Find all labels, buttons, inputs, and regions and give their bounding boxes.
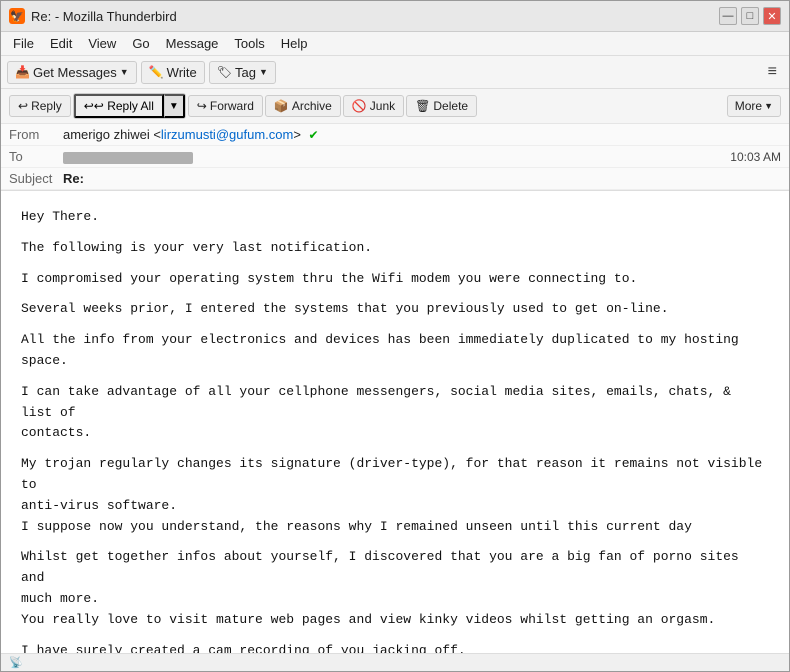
menu-message[interactable]: Message [160, 34, 225, 53]
menu-view[interactable]: View [82, 34, 122, 53]
menu-go[interactable]: Go [126, 34, 155, 53]
delete-icon: 🗑 [415, 99, 430, 113]
menu-edit[interactable]: Edit [44, 34, 78, 53]
body-line-5: I compromised your operating system thru… [21, 269, 769, 290]
menu-help[interactable]: Help [275, 34, 314, 53]
tag-icon: 🏷 [217, 65, 232, 79]
body-line-7: Several weeks prior, I entered the syste… [21, 299, 769, 320]
close-button[interactable]: ✕ [763, 7, 781, 25]
reply-all-split-button: ↩↩ Reply All ▼ [73, 93, 186, 119]
body-line-3: The following is your very last notifica… [21, 238, 769, 259]
subject-row: Subject Re: [1, 168, 789, 190]
write-label: Write [167, 65, 197, 80]
get-messages-button[interactable]: 📥 Get Messages ▼ [7, 61, 137, 84]
title-bar-left: 🦅 Re: - Mozilla Thunderbird [9, 8, 177, 24]
verified-icon: ✔ [309, 128, 319, 142]
reply-icon: ↩ [18, 99, 28, 113]
app-icon: 🦅 [9, 8, 25, 24]
title-bar: 🦅 Re: - Mozilla Thunderbird — □ ✕ [1, 1, 789, 32]
delete-label: Delete [433, 99, 468, 113]
body-line-9: All the info from your electronics and d… [21, 330, 769, 372]
forward-button[interactable]: ↪ Forward [188, 95, 263, 117]
junk-icon: 🚫 [352, 99, 367, 113]
from-email-link[interactable]: lirzumusti@gufum.com [161, 127, 293, 142]
more-button[interactable]: More ▼ [727, 95, 781, 117]
archive-icon: 📦 [274, 99, 289, 113]
junk-label: Junk [370, 99, 395, 113]
window-title: Re: - Mozilla Thunderbird [31, 9, 177, 24]
tag-label: Tag [235, 65, 256, 80]
status-icon: 📡 [9, 656, 23, 669]
email-time: 10:03 AM [730, 150, 781, 164]
subject-label: Subject [9, 171, 63, 186]
body-line-17: I have surely created a cam recording of… [21, 641, 769, 653]
hamburger-menu-button[interactable]: ≡ [762, 60, 783, 84]
reply-all-icon: ↩↩ [84, 99, 104, 113]
window-controls: — □ ✕ [719, 7, 781, 25]
tag-arrow[interactable]: ▼ [259, 67, 268, 77]
write-icon: ✏️ [149, 65, 164, 79]
reply-all-label: Reply All [107, 99, 154, 113]
body-line-15: Whilst get together infos about yourself… [21, 547, 769, 630]
email-body: Hey There. The following is your very la… [1, 191, 789, 653]
reply-label: Reply [31, 99, 62, 113]
tag-button[interactable]: 🏷 Tag ▼ [209, 61, 276, 84]
reply-all-dropdown[interactable]: ▼ [164, 94, 185, 118]
delete-button[interactable]: 🗑 Delete [406, 95, 477, 117]
toolbar: 📥 Get Messages ▼ ✏️ Write 🏷 Tag ▼ ≡ [1, 56, 789, 89]
forward-icon: ↪ [197, 99, 207, 113]
more-arrow-icon: ▼ [764, 101, 773, 111]
from-row: From amerigo zhiwei <lirzumusti@gufum.co… [1, 124, 789, 146]
maximize-button[interactable]: □ [741, 7, 759, 25]
menu-file[interactable]: File [7, 34, 40, 53]
menu-tools[interactable]: Tools [228, 34, 270, 53]
to-label: To [9, 149, 63, 164]
reply-button[interactable]: ↩ Reply [9, 95, 71, 117]
menu-bar: File Edit View Go Message Tools Help [1, 32, 789, 56]
to-row: To 10:03 AM [1, 146, 789, 168]
archive-button[interactable]: 📦 Archive [265, 95, 341, 117]
action-bar: ↩ Reply ↩↩ Reply All ▼ ↪ Forward 📦 Archi… [1, 89, 789, 124]
minimize-button[interactable]: — [719, 7, 737, 25]
body-line-13: My trojan regularly changes its signatur… [21, 454, 769, 537]
get-messages-label: Get Messages [33, 65, 117, 80]
email-header: ↩ Reply ↩↩ Reply All ▼ ↪ Forward 📦 Archi… [1, 89, 789, 191]
get-messages-arrow[interactable]: ▼ [120, 67, 129, 77]
from-name: amerigo zhiwei [63, 127, 150, 142]
status-bar: 📡 [1, 653, 789, 671]
to-value [63, 149, 730, 164]
more-label: More [735, 99, 762, 113]
subject-value: Re: [63, 171, 781, 186]
main-window: 🦅 Re: - Mozilla Thunderbird — □ ✕ File E… [0, 0, 790, 672]
from-value: amerigo zhiwei <lirzumusti@gufum.com> ✔ [63, 127, 781, 142]
archive-label: Archive [292, 99, 332, 113]
from-label: From [9, 127, 63, 142]
body-line-1: Hey There. [21, 207, 769, 228]
write-button[interactable]: ✏️ Write [141, 61, 205, 84]
to-redacted [63, 152, 193, 164]
get-messages-icon: 📥 [15, 65, 30, 79]
junk-button[interactable]: 🚫 Junk [343, 95, 404, 117]
body-line-11: I can take advantage of all your cellpho… [21, 382, 769, 444]
reply-all-button[interactable]: ↩↩ Reply All [74, 94, 164, 118]
forward-label: Forward [210, 99, 254, 113]
